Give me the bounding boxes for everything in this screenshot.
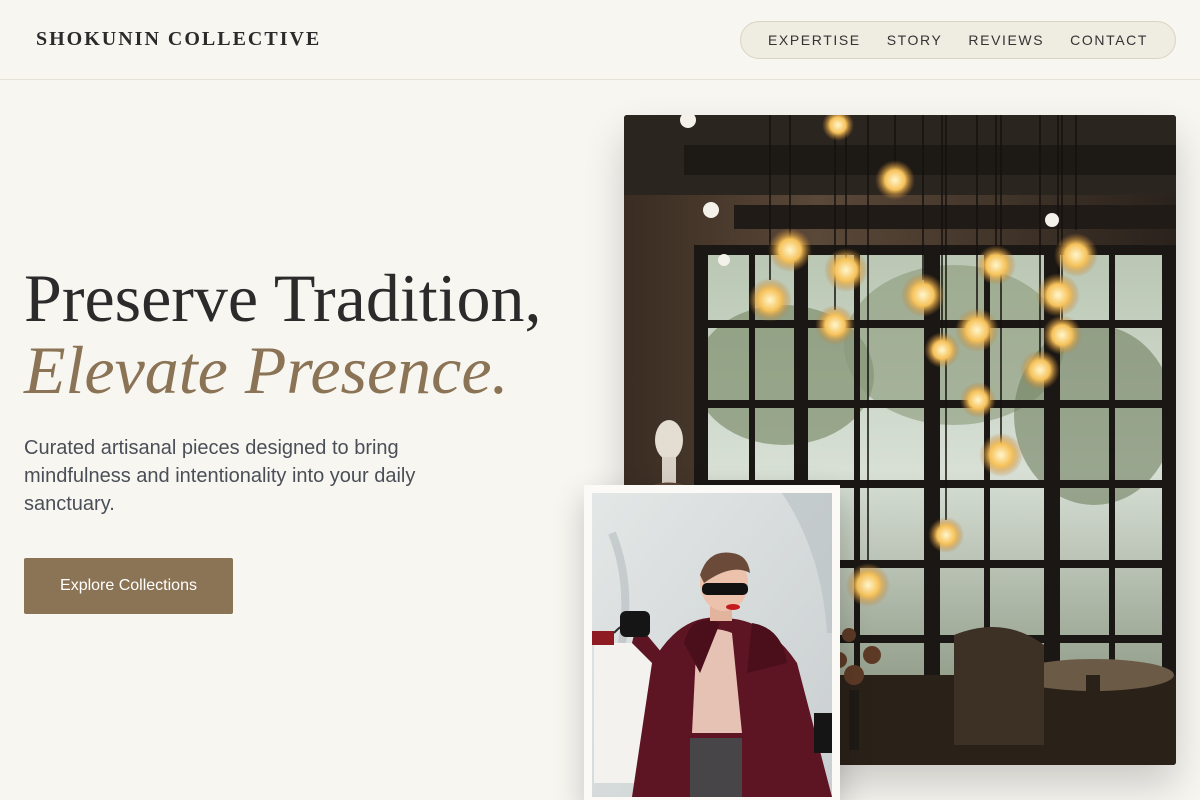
site-header: SHOKUNIN COLLECTIVE EXPERTISE STORY REVI… [0,0,1200,80]
shopper-photo [592,493,832,797]
page: SHOKUNIN COLLECTIVE EXPERTISE STORY REVI… [0,0,1200,800]
shopper-photo-frame [584,485,840,800]
hero-title-line-2: Elevate Presence. [24,332,509,408]
shopper-illustration [592,493,832,797]
hero-title-line-1: Preserve Tradition, [24,260,542,336]
hero-title: Preserve Tradition, Elevate Presence. [24,262,614,406]
nav-link-expertise[interactable]: EXPERTISE [768,32,861,48]
explore-collections-button[interactable]: Explore Collections [24,558,233,614]
nav-link-story[interactable]: STORY [887,32,943,48]
hero-subtitle: Curated artisanal pieces designed to bri… [24,437,416,515]
nav-link-contact[interactable]: CONTACT [1070,32,1148,48]
brand-logo[interactable]: SHOKUNIN COLLECTIVE [36,28,321,51]
nav-link-reviews[interactable]: REVIEWS [968,32,1044,48]
main-nav: EXPERTISE STORY REVIEWS CONTACT [740,21,1176,59]
